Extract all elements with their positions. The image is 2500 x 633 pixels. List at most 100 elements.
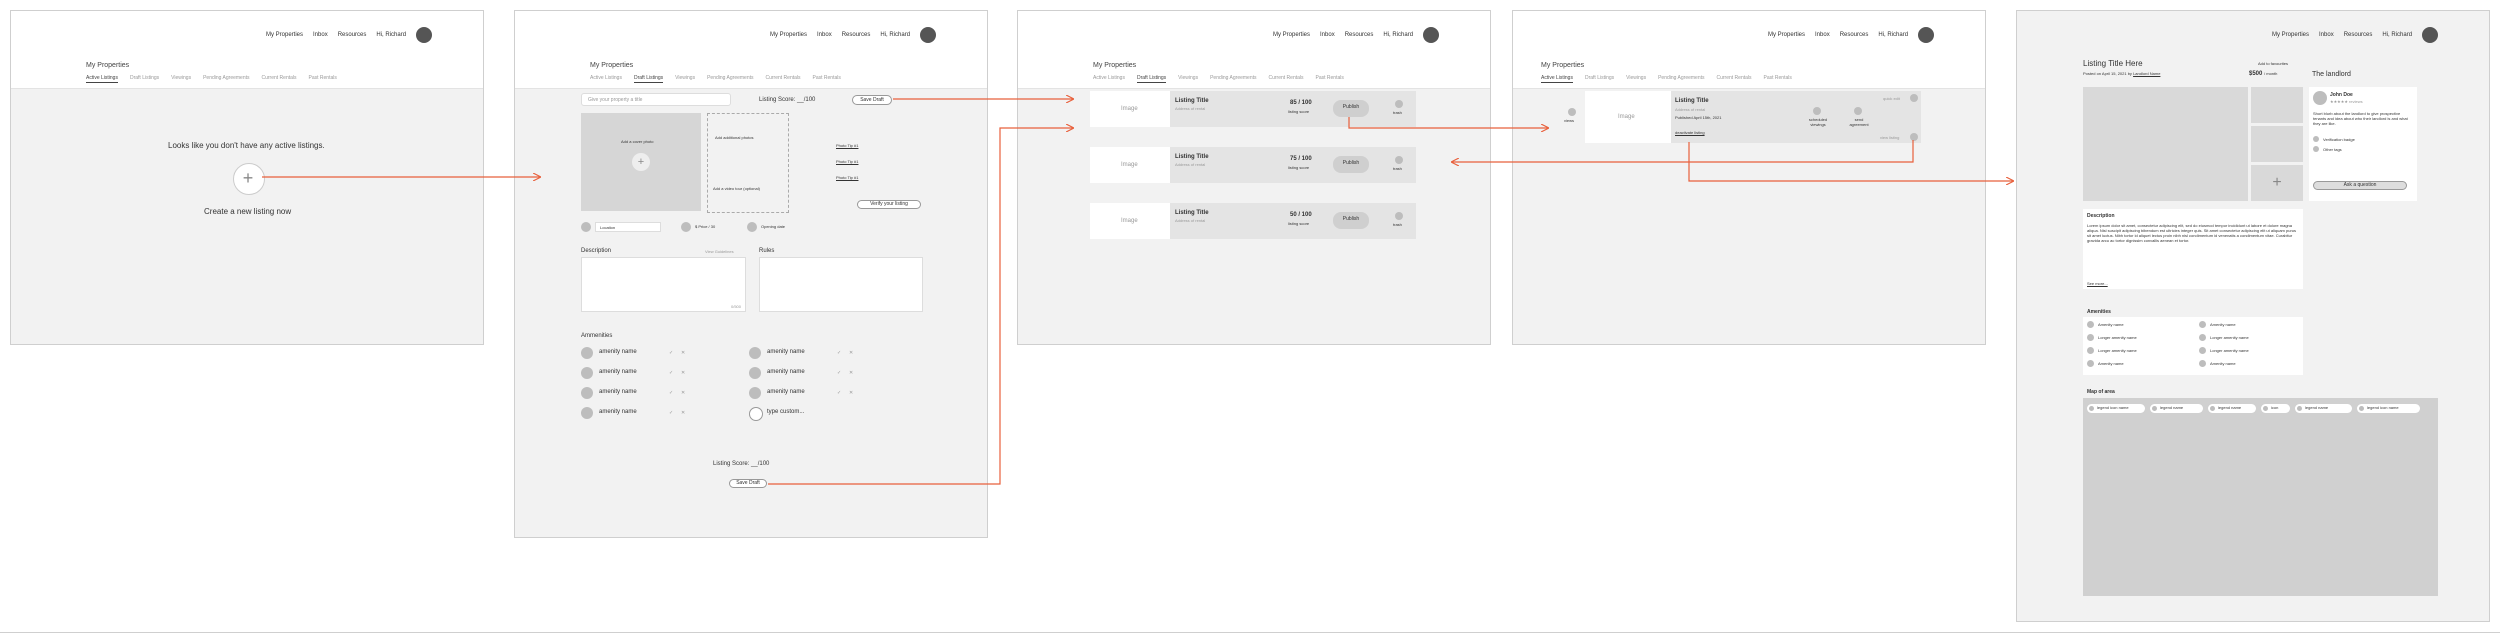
- tab-viewings[interactable]: Viewings: [1626, 75, 1646, 83]
- amenity-check-no[interactable]: ✕: [849, 350, 853, 356]
- ask-question-button[interactable]: Ask a question: [2313, 181, 2407, 190]
- avatar[interactable]: [920, 27, 937, 43]
- nav-greeting[interactable]: Hi, Richard: [880, 32, 910, 38]
- amenity-check-yes[interactable]: ✓: [669, 370, 673, 376]
- landlord-link[interactable]: Landlord Name: [2133, 71, 2160, 76]
- nav-greeting[interactable]: Hi, Richard: [1383, 32, 1413, 38]
- price-input[interactable]: $ Price / 30: [695, 224, 715, 229]
- photo-tip-3[interactable]: Photo Tip #1: [836, 175, 858, 180]
- photo-tip-1[interactable]: Photo Tip #1: [836, 143, 858, 148]
- see-more-link[interactable]: See more...: [2087, 281, 2108, 286]
- nav-inbox[interactable]: Inbox: [1815, 32, 1830, 38]
- description-textarea[interactable]: [581, 257, 746, 312]
- tab-past-rentals[interactable]: Past Rentals: [1316, 75, 1344, 83]
- thumb-photo-2[interactable]: [2251, 126, 2303, 162]
- amenity-check-no[interactable]: ✕: [681, 350, 685, 356]
- nav-greeting[interactable]: Hi, Richard: [376, 32, 406, 38]
- tab-active-listings[interactable]: Active Listings: [86, 75, 118, 83]
- draft-listing-title[interactable]: Listing Title: [1175, 98, 1209, 104]
- draft-listing-title[interactable]: Listing Title: [1175, 210, 1209, 216]
- nav-resources[interactable]: Resources: [842, 32, 871, 38]
- avatar[interactable]: [1423, 27, 1440, 43]
- map-area[interactable]: [2083, 398, 2438, 596]
- tab-draft-listings[interactable]: Draft Listings: [1136, 75, 1167, 83]
- nav-inbox[interactable]: Inbox: [313, 32, 328, 38]
- tab-current-rentals[interactable]: Current Rentals: [1269, 75, 1304, 83]
- landlord-name[interactable]: John Doe: [2330, 92, 2353, 98]
- nav-my-properties[interactable]: My Properties: [770, 32, 807, 38]
- legend-chip[interactable]: legend icon name: [2087, 404, 2145, 413]
- tab-viewings[interactable]: Viewings: [1178, 75, 1198, 83]
- nav-inbox[interactable]: Inbox: [817, 32, 832, 38]
- nav-my-properties[interactable]: My Properties: [266, 32, 303, 38]
- tab-draft-listings[interactable]: Draft Listings: [1585, 75, 1614, 83]
- tab-pending-agreements[interactable]: Pending Agreements: [707, 75, 753, 83]
- amenity-check-no[interactable]: ✕: [681, 410, 685, 416]
- additional-media-box[interactable]: [707, 113, 789, 213]
- verify-listing-button[interactable]: Verify your listing: [857, 200, 921, 209]
- nav-greeting[interactable]: Hi, Richard: [1878, 32, 1908, 38]
- legend-chip[interactable]: legend icon name: [2357, 404, 2420, 413]
- quick-edit-link[interactable]: quick edit: [1883, 96, 1900, 101]
- nav-resources[interactable]: Resources: [338, 32, 367, 38]
- avatar[interactable]: [1918, 27, 1935, 43]
- nav-resources[interactable]: Resources: [1345, 32, 1374, 38]
- tab-pending-agreements[interactable]: Pending Agreements: [1210, 75, 1256, 83]
- tab-current-rentals[interactable]: Current Rentals: [1717, 75, 1752, 83]
- tab-viewings[interactable]: Viewings: [675, 75, 695, 83]
- publish-button[interactable]: Publish: [1333, 156, 1369, 173]
- trash-label[interactable]: trash: [1393, 166, 1402, 171]
- nav-inbox[interactable]: Inbox: [1320, 32, 1335, 38]
- trash-icon[interactable]: [1395, 100, 1403, 108]
- tab-draft-listings[interactable]: Draft Listings: [130, 75, 159, 83]
- tab-past-rentals[interactable]: Past Rentals: [813, 75, 841, 83]
- add-photos-label[interactable]: Add additional photos: [715, 135, 753, 140]
- view-listing-link[interactable]: view listing: [1880, 135, 1899, 140]
- custom-amenity-input[interactable]: type custom...: [767, 409, 804, 415]
- amenity-check-yes[interactable]: ✓: [837, 350, 841, 356]
- amenity-check-yes[interactable]: ✓: [669, 410, 673, 416]
- title-input[interactable]: Give your property a title: [581, 93, 731, 106]
- amenity-check-no[interactable]: ✕: [849, 390, 853, 396]
- amenity-check-yes[interactable]: ✓: [837, 390, 841, 396]
- tab-draft-listings[interactable]: Draft Listings: [633, 75, 664, 83]
- publish-button[interactable]: Publish: [1333, 212, 1369, 229]
- tab-current-rentals[interactable]: Current Rentals: [262, 75, 297, 83]
- legend-chip[interactable]: legend name: [2208, 404, 2256, 413]
- amenity-check-yes[interactable]: ✓: [669, 390, 673, 396]
- deactivate-link[interactable]: deactivate listing: [1675, 130, 1705, 135]
- quick-edit-icon[interactable]: [1910, 94, 1918, 102]
- amenity-check-no[interactable]: ✕: [681, 390, 685, 396]
- nav-inbox[interactable]: Inbox: [2319, 32, 2334, 38]
- nav-my-properties[interactable]: My Properties: [2272, 32, 2309, 38]
- nav-my-properties[interactable]: My Properties: [1768, 32, 1805, 38]
- nav-greeting[interactable]: Hi, Richard: [2382, 32, 2412, 38]
- amenity-check-no[interactable]: ✕: [849, 370, 853, 376]
- listing-title[interactable]: Listing Title: [1675, 98, 1709, 104]
- avatar[interactable]: [2422, 27, 2439, 43]
- amenity-check-yes[interactable]: ✓: [669, 350, 673, 356]
- tab-current-rentals[interactable]: Current Rentals: [766, 75, 801, 83]
- avatar[interactable]: [416, 27, 433, 43]
- nav-resources[interactable]: Resources: [1840, 32, 1869, 38]
- legend-chip[interactable]: legend name: [2295, 404, 2352, 413]
- nav-my-properties[interactable]: My Properties: [1273, 32, 1310, 38]
- tab-past-rentals[interactable]: Past Rentals: [309, 75, 337, 83]
- rules-textarea[interactable]: [759, 257, 923, 312]
- tab-active-listings[interactable]: Active Listings: [1541, 75, 1573, 83]
- legend-chip[interactable]: legend name: [2150, 404, 2203, 413]
- publish-button[interactable]: Publish: [1333, 100, 1369, 117]
- view-listing-icon[interactable]: [1910, 133, 1918, 141]
- trash-label[interactable]: trash: [1393, 110, 1402, 115]
- tab-viewings[interactable]: Viewings: [171, 75, 191, 83]
- description-guidelines-link[interactable]: View Guidelines: [705, 249, 734, 254]
- amenity-check-no[interactable]: ✕: [681, 370, 685, 376]
- scheduled-viewings[interactable]: scheduled viewings: [1805, 117, 1831, 127]
- tab-past-rentals[interactable]: Past Rentals: [1764, 75, 1792, 83]
- photo-tip-2[interactable]: Photo Tip #1: [836, 159, 858, 164]
- tab-pending-agreements[interactable]: Pending Agreements: [1658, 75, 1704, 83]
- send-agreement[interactable]: send agreement: [1846, 117, 1872, 127]
- nav-resources[interactable]: Resources: [2344, 32, 2373, 38]
- tab-pending-agreements[interactable]: Pending Agreements: [203, 75, 249, 83]
- trash-icon[interactable]: [1395, 212, 1403, 220]
